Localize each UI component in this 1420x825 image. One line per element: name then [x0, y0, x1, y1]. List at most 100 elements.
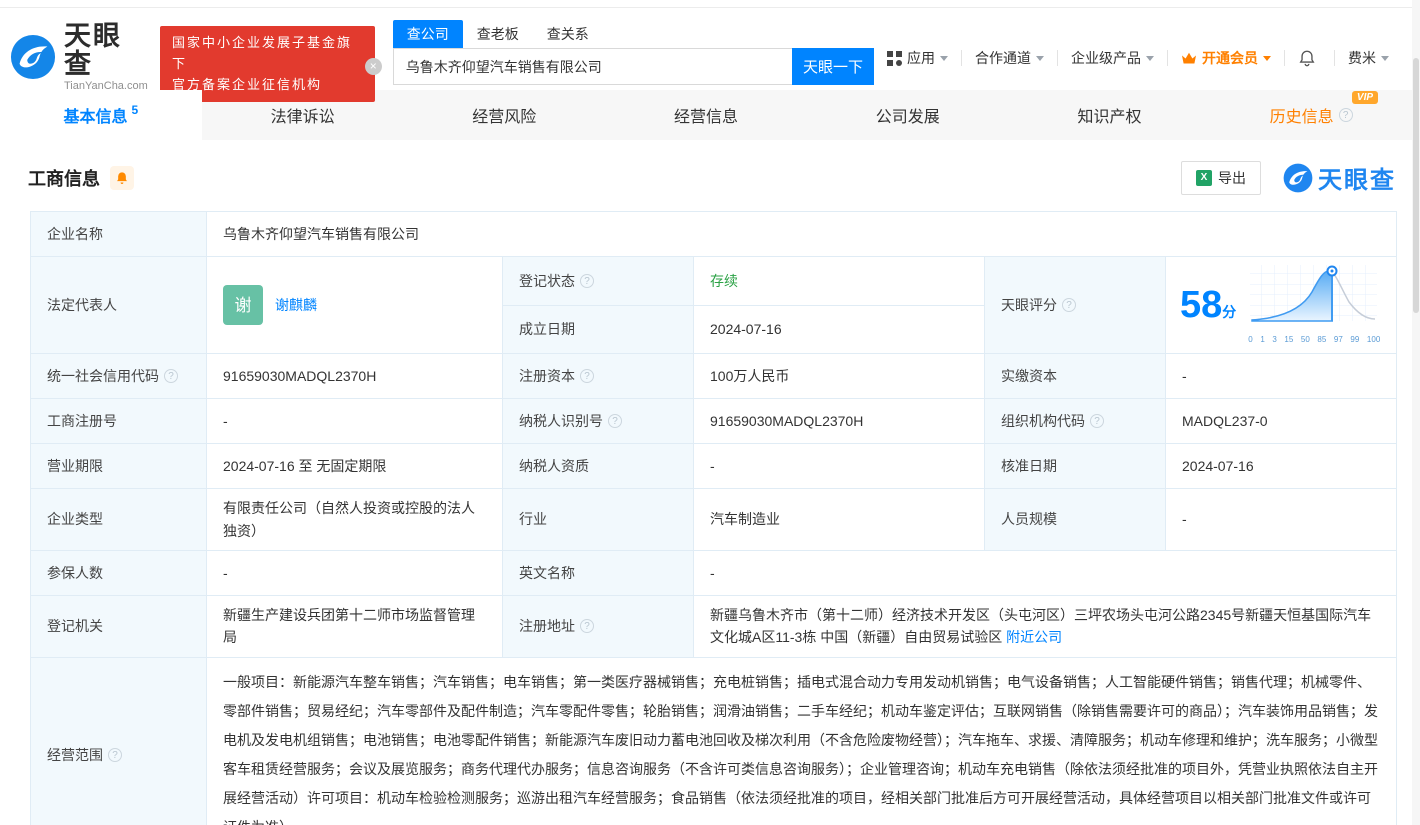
search-tab-company[interactable]: 查公司: [392, 20, 463, 48]
field-label-business-term: 营业期限: [31, 444, 206, 489]
bell-icon: [117, 171, 127, 184]
help-icon[interactable]: [608, 414, 622, 429]
chevron-down-icon: [1036, 55, 1044, 61]
status-badge: 存续: [710, 272, 738, 289]
legal-representative-cell: 谢 谢麒麟: [207, 257, 502, 354]
chevron-down-icon: [1146, 55, 1154, 61]
field-value-insured-number: -: [207, 550, 502, 595]
tab-company-development[interactable]: 公司发展: [807, 90, 1009, 140]
field-value-industry: 汽车制造业: [694, 489, 984, 550]
scrollbar-thumb[interactable]: [1413, 58, 1419, 313]
help-icon[interactable]: [108, 747, 122, 762]
help-icon[interactable]: [1338, 108, 1353, 122]
help-icon[interactable]: [1090, 414, 1104, 429]
nav-open-membership[interactable]: 开通会员: [1168, 48, 1284, 68]
field-value-business-scope: 一般项目：新能源汽车整车销售；汽车销售；电车销售；第一类医疗器械销售；充电桩销售…: [207, 657, 1396, 825]
field-value-company-type: 有限责任公司（自然人投资或控股的法人独资）: [207, 489, 502, 550]
field-label-insured-number: 参保人数: [31, 550, 206, 595]
tab-intellectual-property[interactable]: 知识产权: [1009, 90, 1211, 140]
vip-badge: VIP: [1351, 91, 1379, 104]
excel-icon: X: [1196, 169, 1212, 186]
tab-history-info[interactable]: VIP 历史信息: [1210, 90, 1412, 140]
field-value-approval-date: 2024-07-16: [1166, 444, 1396, 489]
field-value-taxpayer-quality: -: [694, 444, 984, 489]
field-value-registered-address: 新疆乌鲁木齐市（第十二师）经济技术开发区（头屯河区）三坪农场头屯河公路2345号…: [694, 595, 1396, 657]
tab-count-badge: 5: [131, 103, 139, 117]
field-value-organization-code: MADQL237-0: [1166, 399, 1396, 444]
field-label-credit-code: 统一社会信用代码: [31, 354, 206, 399]
field-value-credit-code: 91659030MADQL2370H: [207, 354, 502, 399]
field-label-legal-representative: 法定代表人: [31, 257, 206, 354]
field-label-registration-authority: 登记机关: [31, 595, 206, 657]
score-value: 58: [1180, 284, 1223, 327]
field-label-paid-capital: 实缴资本: [985, 354, 1165, 399]
vertical-scrollbar[interactable]: [1412, 0, 1420, 825]
section-title: 工商信息: [28, 168, 100, 189]
tab-operation-info[interactable]: 经营信息: [605, 90, 807, 140]
business-registration-table: 企业名称 乌鲁木齐仰望汽车销售有限公司 法定代表人 谢 谢麒麟 登记状态 存续 …: [30, 211, 1397, 825]
apps-grid-icon: [887, 50, 902, 66]
tab-legal-litigation[interactable]: 法律诉讼: [202, 90, 404, 140]
bell-icon: [1299, 50, 1315, 67]
help-icon[interactable]: [1062, 298, 1076, 313]
help-icon[interactable]: [580, 273, 594, 288]
field-label-business-scope: 经营范围: [31, 657, 206, 825]
field-value-registration-authority: 新疆生产建设兵团第十二师市场监督管理局: [207, 595, 502, 657]
field-label-taxpayer-id: 纳税人识别号: [503, 399, 693, 444]
nav-enterprise-products[interactable]: 企业级产品: [1058, 48, 1167, 68]
field-value-registered-capital: 100万人民币: [694, 354, 984, 399]
avatar[interactable]: 谢: [223, 285, 263, 326]
crown-icon: [1182, 52, 1196, 63]
export-button[interactable]: X 导出: [1181, 160, 1261, 195]
tab-operation-risk[interactable]: 经营风险: [403, 90, 605, 140]
field-label-staff-size: 人员规模: [985, 489, 1165, 550]
clear-search-icon[interactable]: ×: [364, 58, 382, 75]
search-tab-relation[interactable]: 查关系: [533, 20, 603, 48]
nav-cooperation[interactable]: 合作通道: [962, 48, 1057, 68]
field-label-english-name: 英文名称: [503, 550, 693, 595]
nav-apps[interactable]: 应用: [874, 48, 961, 68]
nearby-companies-link[interactable]: 附近公司: [1006, 629, 1062, 645]
search-type-tabs: 查公司 查老板 查关系: [392, 20, 874, 48]
search-tab-boss[interactable]: 查老板: [463, 20, 533, 48]
search-button[interactable]: 天眼一下: [792, 48, 874, 85]
help-icon[interactable]: [580, 369, 594, 384]
tianyancha-logo-icon: [1283, 163, 1313, 192]
field-label-company-type: 企业类型: [31, 489, 206, 550]
field-value-registration-number: -: [207, 399, 502, 444]
site-header: 天眼查 TianYanCha.com 国家中小企业发展子基金旗下 官方备案企业征…: [0, 8, 1420, 103]
help-icon[interactable]: [580, 619, 594, 634]
field-value-company-name: 乌鲁木齐仰望汽车销售有限公司: [207, 212, 1396, 256]
field-value-registration-status: 存续: [694, 257, 984, 305]
field-value-english-name: -: [694, 550, 1396, 595]
tianyancha-logo-icon: [10, 35, 56, 80]
field-value-staff-size: -: [1166, 489, 1396, 550]
legal-representative-link[interactable]: 谢麒麟: [275, 294, 317, 316]
help-icon[interactable]: [164, 369, 178, 384]
subscribe-bell-button[interactable]: [110, 165, 134, 190]
field-label-approval-date: 核准日期: [985, 444, 1165, 489]
logo-brand-text: 天眼查: [64, 21, 122, 80]
company-detail-tabs: 基本信息 5 法律诉讼 经营风险 经营信息 公司发展 知识产权 VIP 历史信息: [0, 90, 1412, 140]
field-value-business-term: 2024-07-16 至 无固定期限: [207, 444, 502, 489]
top-navigation: 应用 合作通道 企业级产品 开通会员 费米: [874, 48, 1402, 68]
tab-basic-info[interactable]: 基本信息 5: [0, 90, 202, 140]
nav-user-account[interactable]: 费米: [1335, 48, 1402, 68]
field-label-registration-status: 登记状态: [503, 257, 693, 305]
field-label-taxpayer-quality: 纳税人资质: [503, 444, 693, 489]
chevron-down-icon: [1263, 55, 1271, 61]
business-info-section-header: 工商信息 X 导出 天眼查: [0, 140, 1420, 209]
watermark-text: 天眼查: [1318, 167, 1396, 194]
nav-notifications[interactable]: [1285, 49, 1334, 67]
chevron-down-icon: [940, 55, 948, 61]
field-label-tianyan-score: 天眼评分: [985, 257, 1165, 354]
field-value-taxpayer-id: 91659030MADQL2370H: [694, 399, 984, 444]
tianyancha-company-page: 天眼查 TianYanCha.com 国家中小企业发展子基金旗下 官方备案企业征…: [0, 0, 1420, 825]
field-label-registered-address: 注册地址: [503, 595, 693, 657]
field-label-registration-number: 工商注册号: [31, 399, 206, 444]
field-label-registered-capital: 注册资本: [503, 354, 693, 399]
search-input[interactable]: [392, 48, 792, 85]
site-logo[interactable]: 天眼查 TianYanCha.com: [10, 22, 148, 92]
field-label-industry: 行业: [503, 489, 693, 550]
score-unit: 分: [1222, 304, 1237, 321]
